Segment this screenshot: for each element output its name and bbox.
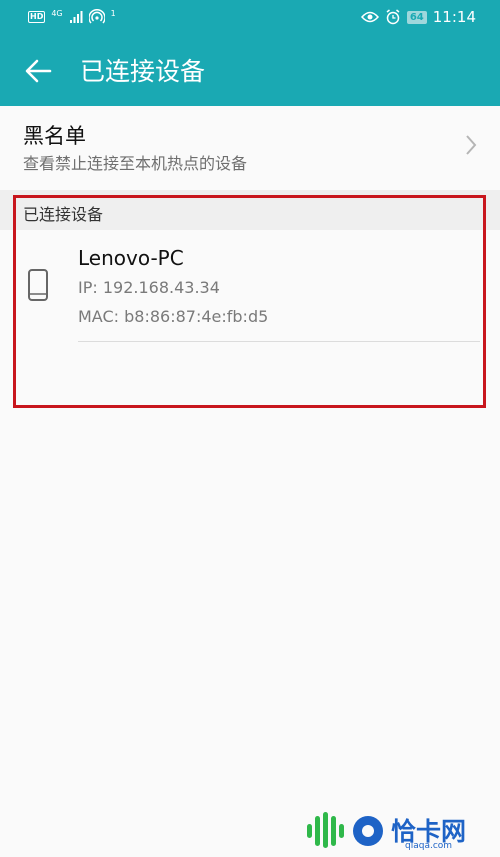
chevron-right-icon	[466, 135, 477, 155]
device-ip: IP: 192.168.43.34	[78, 278, 220, 297]
watermark-url: qiaqa.com	[405, 841, 453, 851]
status-right: 64 11:14	[360, 8, 476, 26]
watermark-logo: 恰卡网 qiaqa.com	[305, 808, 500, 857]
status-left: HD 4G 1	[28, 9, 116, 25]
signal-icon	[69, 11, 83, 23]
battery-icon: 64	[406, 10, 427, 24]
device-mac: MAC: b8:86:87:4e:fb:d5	[78, 307, 269, 326]
logo-bars-icon	[307, 812, 344, 848]
blacklist-title: 黑名单	[23, 124, 86, 148]
arrow-back-icon	[25, 59, 52, 83]
device-name: Lenovo-PC	[78, 246, 184, 270]
page-title: 已连接设备	[80, 57, 206, 86]
app-bar: 已连接设备	[0, 38, 500, 106]
device-list-item[interactable]: Lenovo-PC IP: 192.168.43.34 MAC: b8:86:8…	[0, 230, 500, 342]
eye-icon	[360, 11, 379, 23]
section-header: 已连接设备	[0, 190, 500, 230]
blacklist-subtitle: 查看禁止连接至本机热点的设备	[23, 154, 248, 173]
phone-icon	[28, 269, 48, 301]
section-header-label: 已连接设备	[23, 205, 104, 224]
hd-badge: HD	[28, 11, 46, 23]
alarm-icon	[386, 9, 400, 25]
hotspot-icon	[88, 9, 105, 24]
network-type: 4G	[51, 8, 63, 18]
clock: 11:14	[432, 8, 476, 26]
logo-circle-icon	[353, 816, 383, 846]
list-divider	[78, 341, 480, 342]
back-button[interactable]	[22, 55, 54, 87]
hotspot-count: 1	[110, 8, 116, 18]
status-bar: HD 4G 1 64 11:14	[0, 0, 500, 38]
blacklist-row[interactable]: 黑名单 查看禁止连接至本机热点的设备	[0, 106, 500, 186]
